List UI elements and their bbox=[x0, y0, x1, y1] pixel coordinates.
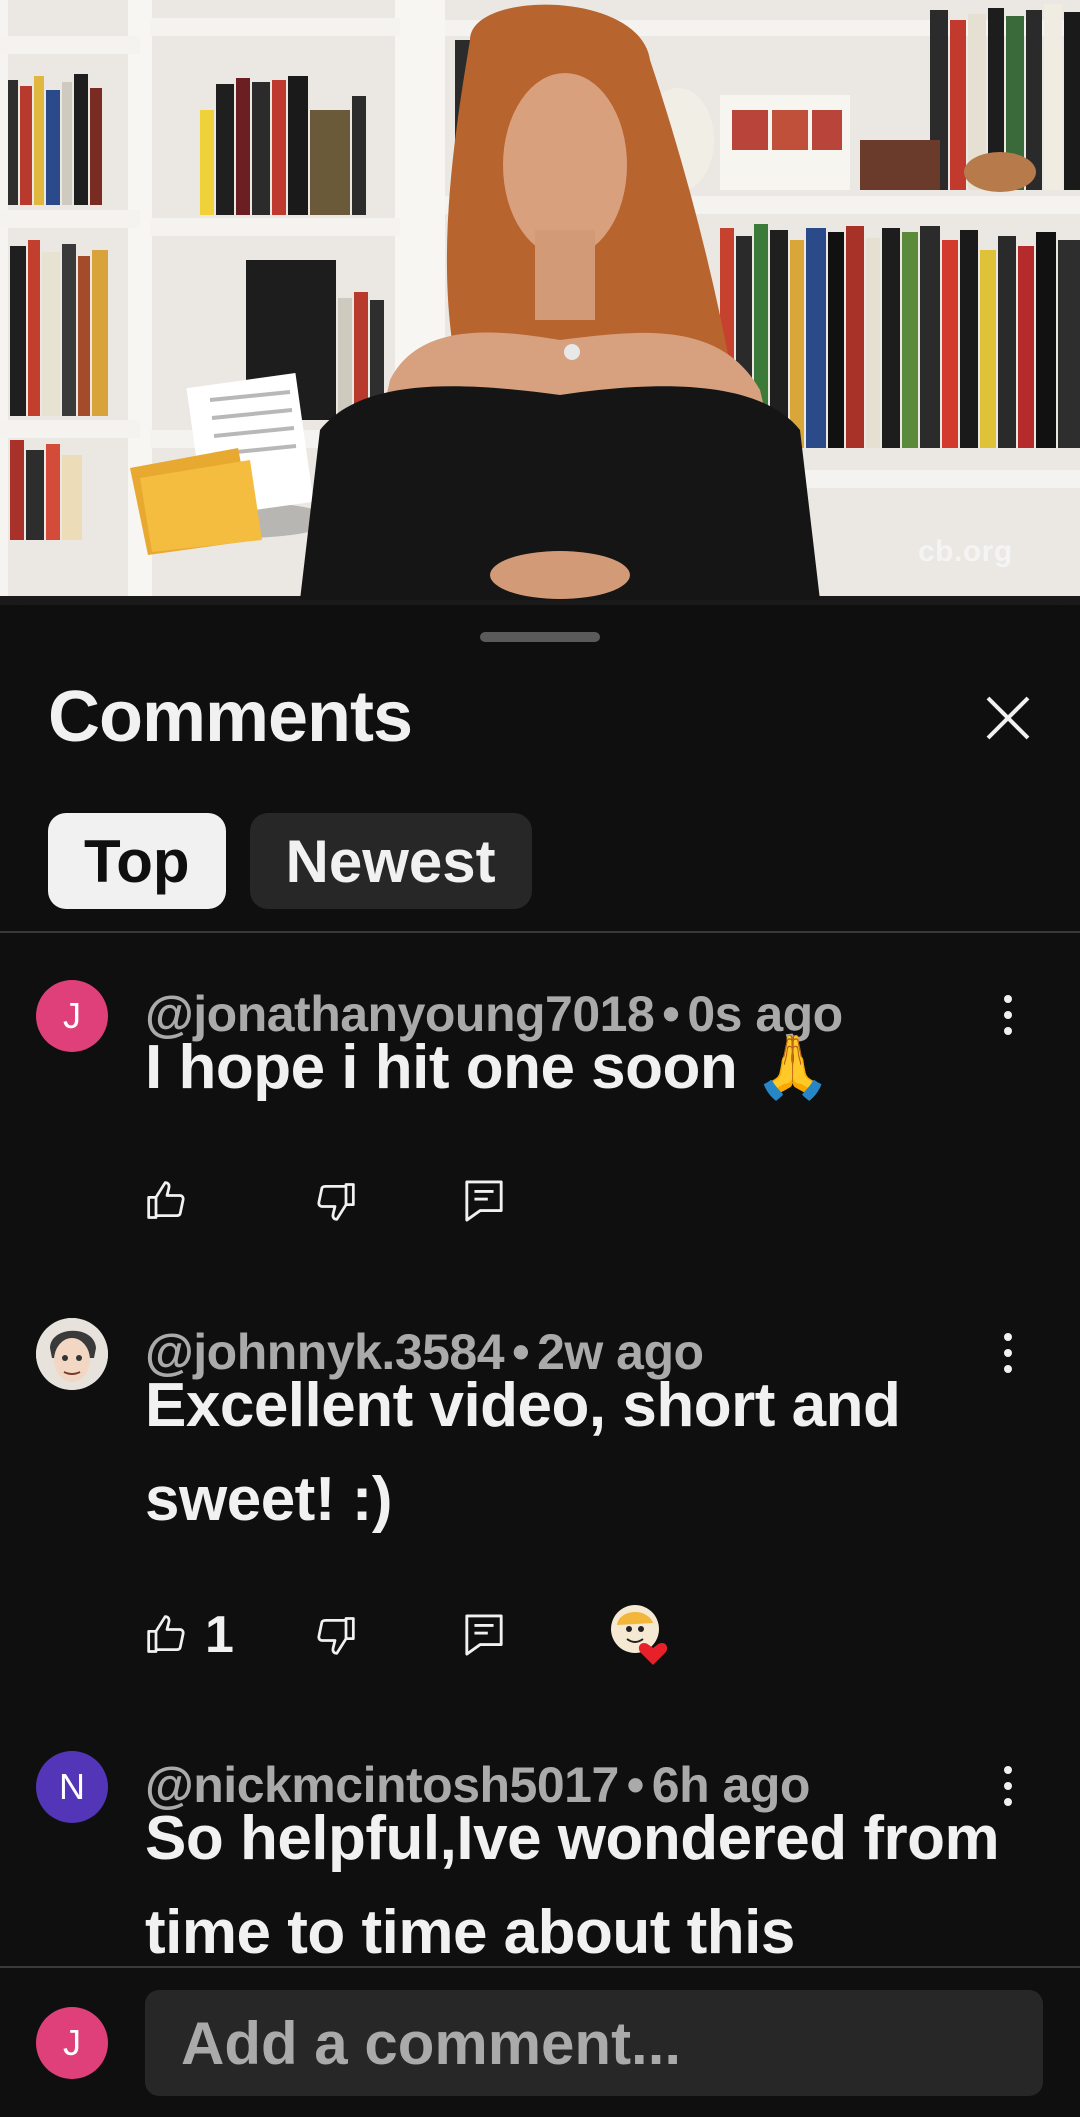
comments-sheet: Comments Top Newest J @jonathanyoung7018… bbox=[0, 606, 1080, 2117]
thumbs-up-icon bbox=[147, 1181, 185, 1219]
reply-comment-icon bbox=[465, 1180, 503, 1222]
video-frame bbox=[0, 0, 1080, 605]
current-user-avatar[interactable]: J bbox=[36, 2007, 108, 2079]
like-button[interactable] bbox=[145, 1171, 189, 1231]
thumbs-down-icon bbox=[317, 1617, 355, 1655]
cartoon-face-avatar-icon bbox=[36, 1318, 108, 1390]
comment-actions bbox=[145, 1171, 1045, 1231]
comments-title: Comments bbox=[48, 677, 413, 757]
video-watermark: cb.org bbox=[918, 535, 1013, 568]
comment-text: I hope i hit one soon 🙏 bbox=[145, 1033, 831, 1102]
thumbs-up-icon bbox=[147, 1615, 185, 1653]
comment-text: Excellent video, short and sweet! :) bbox=[145, 1371, 901, 1534]
reply-comment-icon bbox=[465, 1614, 503, 1656]
add-comment-input[interactable] bbox=[145, 1990, 1043, 2096]
reply-button[interactable] bbox=[463, 1605, 505, 1665]
comments-list[interactable]: J @jonathanyoung7018 • 0s ago I hope i hit… bbox=[0, 933, 1080, 1966]
avatar[interactable]: N bbox=[36, 1751, 108, 1823]
avatar[interactable]: J bbox=[36, 980, 108, 1052]
creator-heart-badge bbox=[607, 1601, 677, 1671]
creator-heart-icon bbox=[611, 1605, 668, 1665]
dislike-button[interactable] bbox=[313, 1171, 357, 1231]
sort-chips: Top Newest bbox=[48, 813, 532, 909]
reply-button[interactable] bbox=[463, 1171, 505, 1231]
close-icon bbox=[986, 696, 1030, 740]
drag-handle[interactable] bbox=[480, 632, 600, 642]
avatar[interactable] bbox=[36, 1318, 108, 1390]
tab-newest[interactable]: Newest bbox=[249, 813, 532, 909]
thumbs-down-icon bbox=[317, 1183, 355, 1221]
dislike-button[interactable] bbox=[313, 1605, 357, 1665]
like-count: 1 bbox=[205, 1606, 234, 1664]
comment-actions: 1 bbox=[145, 1605, 1045, 1665]
close-button[interactable] bbox=[978, 688, 1038, 748]
add-comment-bar: J bbox=[0, 1966, 1080, 2117]
tab-top[interactable]: Top bbox=[48, 813, 226, 909]
video-player[interactable]: cb.org bbox=[0, 0, 1080, 605]
like-button[interactable]: 1 bbox=[145, 1605, 234, 1665]
comment-text: So helpful,Ive wondered from time to tim… bbox=[145, 1804, 1000, 1966]
